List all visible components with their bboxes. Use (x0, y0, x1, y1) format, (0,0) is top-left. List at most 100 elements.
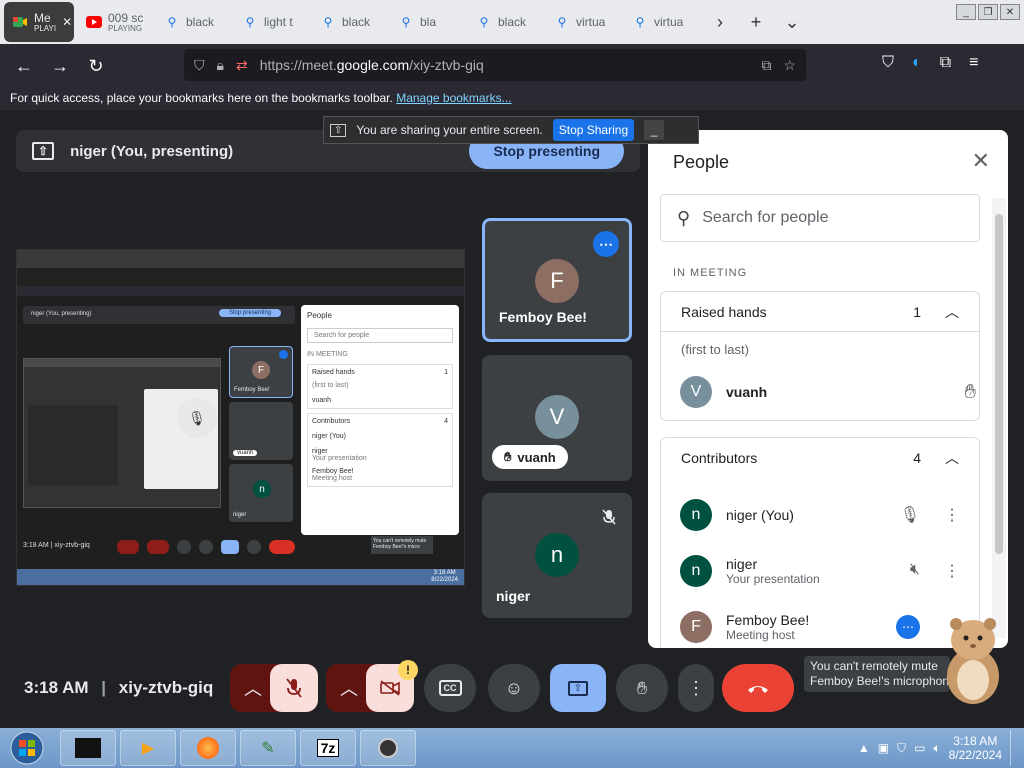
tray-security-icon[interactable]: ⛉ (897, 741, 906, 756)
taskbar-7zip-app[interactable]: 7z (300, 730, 356, 766)
extensions-icon[interactable]: ⧉ (940, 54, 951, 72)
participant-tile-femboy-bee[interactable]: F Femboy Bee! ⋯ (482, 218, 632, 342)
tab-search-virtual[interactable]: ⚲ virtua (546, 2, 624, 42)
back-icon[interactable]: ← (6, 48, 42, 84)
start-button[interactable] (0, 728, 54, 768)
mini-taskbar: 3:18 AM 8/22/2024 (17, 569, 464, 585)
participant-tile-vuanh[interactable]: V ✋︎ vuanh (482, 355, 632, 481)
terminal-icon (75, 738, 101, 758)
bookmark-star-icon[interactable]: ☆ (783, 57, 796, 74)
new-tab-icon[interactable]: + (738, 2, 774, 42)
mini-tile-name: vuanh (233, 450, 258, 456)
present-screen-button[interactable]: ⇧ (550, 664, 606, 712)
close-window-icon[interactable]: ✕ (1000, 4, 1020, 20)
tab-label: black (186, 15, 215, 29)
tray-clock[interactable]: 3:18 AM 8/22/2024 (949, 734, 1002, 762)
shared-screen-preview: niger (You, presenting) Stop presenting … (16, 249, 465, 586)
taskbar-terminal-app[interactable] (60, 730, 116, 766)
lock-icon[interactable]: 🔒︎ (217, 57, 224, 74)
more-vert-icon[interactable]: ⋮ (944, 561, 960, 581)
tab-youtube[interactable]: 009 sc PLAYING (78, 2, 156, 42)
address-bar[interactable]: ⛉ 🔒︎ ⇄ https://meet.google.com/xiy-ztvb-… (184, 49, 806, 81)
scroll-tabs-right-icon[interactable]: › (702, 2, 738, 42)
mini-clock: 3:18 AM | xiy-ztvb-giq (23, 542, 90, 549)
shield-icon[interactable]: ⛉ (194, 57, 205, 74)
captions-button[interactable]: CC (424, 664, 476, 712)
mini-contrib-person: niger (You) (312, 433, 346, 440)
contributors-header[interactable]: Contributors 4 ︿ (661, 438, 979, 478)
people-search-input[interactable]: ⚲ Search for people (660, 194, 980, 242)
reload-icon[interactable]: ↻ (78, 48, 114, 84)
tab-search-black[interactable]: ⚲ black (156, 2, 234, 42)
lower-hand-icon[interactable]: ✋︎ (965, 381, 976, 404)
mic-off-icon[interactable]: 🎙︎ (900, 505, 920, 525)
url-domain: google.com (336, 57, 410, 73)
more-options-icon[interactable]: ⋯ (593, 231, 619, 257)
people-panel-title: People (673, 152, 730, 172)
tray-app-icon[interactable]: ▣ (878, 741, 889, 755)
close-tab-icon[interactable]: ✕ (62, 15, 72, 29)
taskbar-obs-app[interactable] (360, 730, 416, 766)
mic-off-icon (602, 509, 616, 528)
raise-hand-button[interactable]: ✋︎ (616, 664, 668, 712)
screen-share-indicator-icon[interactable]: ⇄ (236, 57, 248, 74)
mini-contrib-count: 4 (444, 418, 448, 425)
people-scrollbar[interactable] (992, 198, 1006, 638)
mini-raised-person: vuanh (312, 397, 332, 404)
avatar: F (680, 611, 712, 643)
taskbar-firefox-app[interactable] (180, 730, 236, 766)
participant-tile-niger[interactable]: n niger (482, 493, 632, 618)
audio-options-chevron-icon[interactable]: ︿ (236, 664, 270, 712)
mic-toggle-button[interactable] (270, 664, 318, 712)
mini-search: Search for people (307, 328, 453, 343)
tab-search-black-3[interactable]: ⚲ bla (390, 2, 468, 42)
window-controls: _ ❐ ✕ (956, 4, 1020, 20)
tab-label: virtua (654, 15, 684, 29)
leave-call-button[interactable] (722, 664, 794, 712)
account-icon[interactable]: ◐ (912, 54, 922, 72)
speaking-indicator-icon[interactable]: ⋯ (896, 615, 920, 639)
more-vert-icon[interactable]: ⋮ (944, 505, 960, 525)
reactions-button[interactable]: ☺ (488, 664, 540, 712)
chevron-up-icon[interactable]: ︿ (945, 448, 959, 468)
taskbar-notepad-app[interactable]: ✎ (240, 730, 296, 766)
tab-search-light[interactable]: ⚲ light t (234, 2, 312, 42)
mini-raised-hands: Raised hands (312, 369, 355, 376)
show-desktop-button[interactable] (1010, 730, 1020, 766)
manage-bookmarks-link[interactable]: Manage bookmarks... (396, 91, 511, 105)
raised-hands-label: Raised hands (681, 303, 767, 320)
raised-hands-header[interactable]: Raised hands 1 ︿ (661, 292, 979, 332)
menu-icon[interactable]: ≡ (969, 54, 978, 72)
taskbar-media-player-app[interactable]: ▶ (120, 730, 176, 766)
volume-off-icon[interactable]: 🔇︎ (910, 561, 920, 581)
windows-start-orb-icon (10, 731, 44, 765)
picture-in-picture-icon[interactable]: ⧉ (761, 57, 771, 74)
present-to-all-icon: ⇧ (567, 680, 589, 696)
mini-tile-niger: n niger (229, 464, 293, 522)
tab-search-virtual-2[interactable]: ⚲ virtua (624, 2, 702, 42)
restore-window-icon[interactable]: ❐ (978, 4, 998, 20)
tray-display-icon[interactable]: ▭ (914, 741, 925, 755)
tab-google-meet[interactable]: Me PLAYI ✕ (4, 2, 74, 42)
raised-order-note: (first to last) (681, 342, 749, 357)
more-options-button[interactable]: ⋮ (678, 664, 714, 712)
minimize-window-icon[interactable]: _ (956, 4, 976, 20)
mini-contrib-person: Femboy Bee! (312, 468, 354, 475)
video-options-chevron-icon[interactable]: ︿ (332, 664, 366, 712)
tray-volume-icon[interactable]: 🔈︎ (933, 741, 940, 756)
show-hidden-icons-icon[interactable]: ▲ (858, 741, 870, 755)
chevron-up-icon[interactable]: ︿ (945, 302, 959, 322)
mini-contributors: Contributors (312, 418, 351, 425)
search-icon: ⚲ (557, 15, 567, 29)
list-tabs-icon[interactable]: ⌄ (774, 2, 810, 42)
tab-search-black-2[interactable]: ⚲ black (312, 2, 390, 42)
search-icon: ⚲ (401, 15, 411, 29)
stop-sharing-button[interactable]: Stop Sharing (552, 119, 635, 141)
pocket-icon[interactable]: ⛉ (882, 54, 894, 72)
close-panel-icon[interactable]: ✕ (972, 148, 990, 174)
tab-search-black-4[interactable]: ⚲ black (468, 2, 546, 42)
hide-bar-button[interactable]: _ (644, 120, 665, 140)
mini-tray-time: 3:18 AM (433, 570, 456, 576)
avatar: n (680, 499, 712, 531)
forward-icon[interactable]: → (42, 48, 78, 84)
